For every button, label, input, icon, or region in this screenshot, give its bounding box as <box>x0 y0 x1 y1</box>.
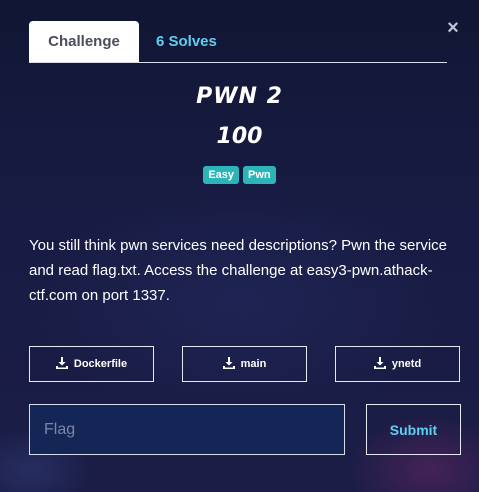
download-main-button[interactable]: main <box>182 346 307 382</box>
challenge-modal: × Challenge 6 Solves PWN 2 100 Easy Pwn … <box>0 0 479 492</box>
download-icon <box>222 356 241 372</box>
download-ynetd-button[interactable]: ynetd <box>335 346 460 382</box>
file-label: ynetd <box>391 358 422 370</box>
tag-badge-easy: Easy <box>203 166 240 184</box>
challenge-title: PWN 2 <box>196 84 283 109</box>
challenge-tags: Easy Pwn <box>0 166 479 184</box>
tab-solves[interactable]: 6 Solves <box>156 21 217 62</box>
download-icon <box>373 356 392 372</box>
submit-button[interactable]: Submit <box>366 404 461 455</box>
download-icon <box>55 356 74 372</box>
tag-badge-pwn: Pwn <box>243 166 276 184</box>
file-label: main <box>240 358 267 370</box>
flag-input[interactable] <box>29 404 345 455</box>
download-dockerfile-button[interactable]: Dockerfile <box>29 346 154 382</box>
challenge-description: You still think pwn services need descri… <box>29 237 447 304</box>
file-label: Dockerfile <box>73 358 128 370</box>
challenge-points: 100 <box>216 124 263 149</box>
tab-challenge[interactable]: Challenge <box>29 21 139 62</box>
modal-tabs: Challenge 6 Solves <box>29 21 447 63</box>
close-icon[interactable]: × <box>445 18 461 38</box>
